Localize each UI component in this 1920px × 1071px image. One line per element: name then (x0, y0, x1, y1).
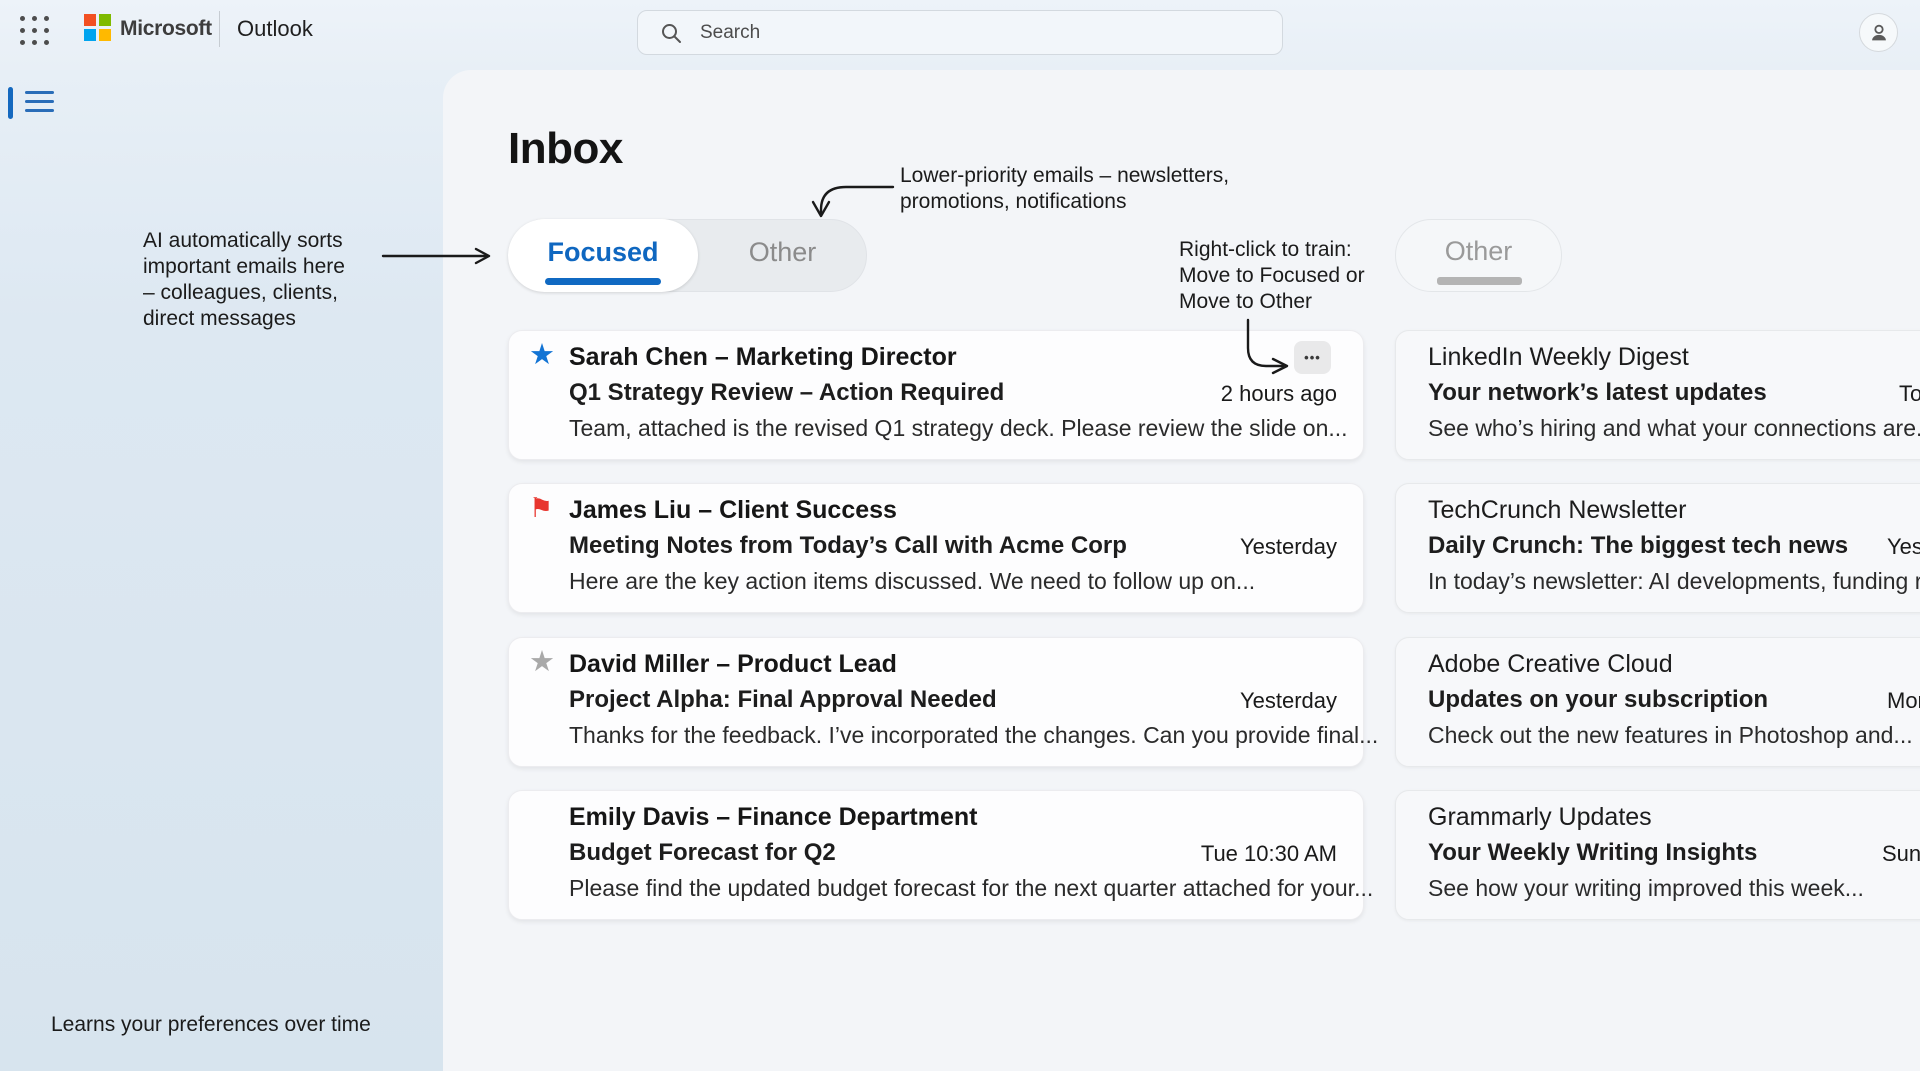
email-row[interactable]: Sarah Chen – Marketing Director Q1 Strat… (508, 330, 1364, 460)
email-timestamp: Mon (1887, 688, 1920, 714)
tab-other-panel-label: Other (1445, 236, 1513, 267)
annotation-other-note: Lower-priority emails – newsletters, pro… (900, 163, 1229, 215)
page-title: Inbox (508, 124, 623, 174)
other-underline (1437, 277, 1522, 285)
person-icon (1868, 22, 1890, 44)
search-input[interactable] (698, 21, 1242, 45)
annotation-line: direct messages (143, 306, 345, 332)
email-sender: Grammarly Updates (1428, 803, 1652, 832)
brand-divider (219, 11, 220, 47)
outlook-window: Microsoft Outlook AI automatically sorts… (0, 0, 1920, 1071)
annotation-line: Move to Other (1179, 289, 1365, 315)
email-row[interactable]: TechCrunch Newsletter Daily Crunch: The … (1395, 483, 1920, 613)
more-options-button[interactable] (1294, 341, 1331, 374)
app-launcher-icon[interactable] (20, 16, 50, 46)
top-bar: Microsoft Outlook (0, 0, 1920, 70)
email-subject: Your Weekly Writing Insights (1428, 839, 1757, 867)
email-sender: James Liu – Client Success (569, 496, 897, 525)
annotation-line: Lower-priority emails – newsletters, (900, 163, 1229, 189)
star-icon[interactable] (529, 646, 555, 678)
email-row[interactable]: Emily Davis – Finance Department Budget … (508, 790, 1364, 920)
annotation-line: – colleagues, clients, (143, 280, 345, 306)
email-subject: Budget Forecast for Q2 (569, 839, 836, 867)
hamburger-menu-icon[interactable] (25, 91, 54, 116)
tab-other[interactable]: Other (698, 219, 867, 285)
microsoft-wordmark: Microsoft (120, 17, 212, 41)
email-preview: Here are the key action items discussed.… (569, 568, 1255, 595)
search-bar[interactable] (637, 10, 1283, 55)
email-subject: Your network’s latest updates (1428, 379, 1767, 407)
email-subject: Updates on your subscription (1428, 686, 1768, 714)
email-sender: Adobe Creative Cloud (1428, 650, 1673, 679)
annotation-focused-note: AI automatically sorts important emails … (143, 228, 345, 332)
annotation-train-note: Right-click to train: Move to Focused or… (1179, 237, 1365, 315)
flag-icon[interactable] (529, 492, 553, 524)
email-row[interactable]: LinkedIn Weekly Digest Your network’s la… (1395, 330, 1920, 460)
email-row[interactable]: Grammarly Updates Your Weekly Writing In… (1395, 790, 1920, 920)
tab-other-panel[interactable]: Other (1395, 219, 1562, 292)
email-sender: Emily Davis – Finance Department (569, 803, 977, 832)
email-row[interactable]: James Liu – Client Success Meeting Notes… (508, 483, 1364, 613)
email-preview: Please find the updated budget forecast … (569, 875, 1373, 902)
email-subject: Meeting Notes from Today’s Call with Acm… (569, 532, 1127, 560)
email-timestamp: To (1899, 381, 1920, 407)
email-timestamp: Yesterday (1240, 688, 1337, 714)
email-timestamp: 2 hours ago (1221, 381, 1337, 407)
annotation-line: Move to Focused or (1179, 263, 1365, 289)
annotation-learning-note: Learns your preferences over time (51, 1012, 371, 1038)
account-avatar-button[interactable] (1859, 13, 1898, 52)
tab-focused[interactable]: Focused (508, 219, 698, 292)
email-sender: Sarah Chen – Marketing Director (569, 343, 957, 372)
email-timestamp: Yest (1887, 534, 1920, 560)
email-sender: LinkedIn Weekly Digest (1428, 343, 1689, 372)
tab-focused-label: Focused (547, 237, 658, 268)
email-subject: Daily Crunch: The biggest tech news (1428, 532, 1848, 560)
annotation-line: important emails here (143, 254, 345, 280)
email-subject: Project Alpha: Final Approval Needed (569, 686, 997, 714)
product-name: Outlook (237, 16, 313, 42)
email-preview: In today’s newsletter: AI developments, … (1428, 568, 1920, 595)
email-timestamp: Tue 10:30 AM (1201, 841, 1337, 867)
email-subject: Q1 Strategy Review – Action Required (569, 379, 1004, 407)
annotation-line: AI automatically sorts (143, 228, 345, 254)
microsoft-logo-icon (84, 14, 111, 41)
email-sender: David Miller – Product Lead (569, 650, 897, 679)
email-preview: See who’s hiring and what your connectio… (1428, 415, 1920, 442)
annotation-line: promotions, notifications (900, 189, 1229, 215)
focused-active-underline (545, 278, 661, 285)
search-icon (660, 22, 682, 44)
annotation-line: Right-click to train: (1179, 237, 1365, 263)
email-timestamp: Sun (1882, 841, 1920, 867)
star-icon[interactable] (529, 339, 555, 371)
email-preview: Check out the new features in Photoshop … (1428, 722, 1913, 749)
email-timestamp: Yesterday (1240, 534, 1337, 560)
email-row[interactable]: David Miller – Product Lead Project Alph… (508, 637, 1364, 767)
email-preview: See how your writing improved this week.… (1428, 875, 1864, 902)
email-sender: TechCrunch Newsletter (1428, 496, 1686, 525)
email-preview: Thanks for the feedback. I’ve incorporat… (569, 722, 1378, 749)
nav-accent-bar (8, 87, 13, 119)
email-row[interactable]: Adobe Creative Cloud Updates on your sub… (1395, 637, 1920, 767)
email-preview: Team, attached is the revised Q1 strateg… (569, 415, 1348, 442)
